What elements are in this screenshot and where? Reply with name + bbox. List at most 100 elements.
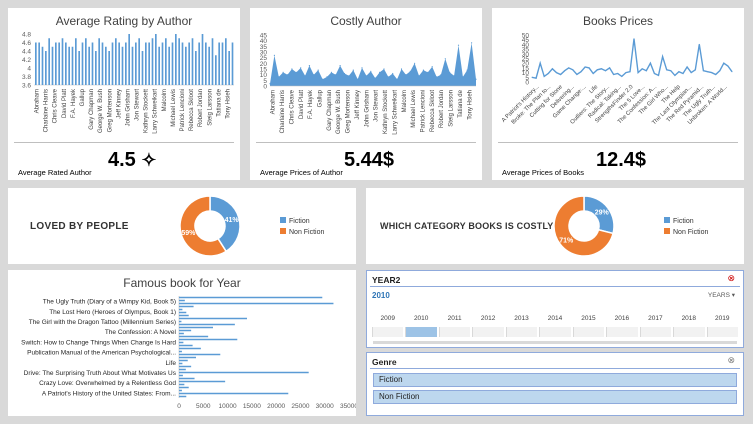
costly-category-data-label: 29% — [595, 210, 610, 217]
costly-card-divider — [256, 142, 476, 143]
year-cell-2017[interactable]: 2017 — [639, 315, 672, 339]
year-cell-2015[interactable]: 2015 — [572, 315, 605, 339]
year-cell-2013[interactable]: 2013 — [505, 315, 538, 339]
costly-data-point — [466, 69, 468, 71]
rating-bar — [71, 46, 74, 85]
costly-x-tick-label: Greg Mortenson — [346, 90, 352, 133]
year-cell-2009[interactable]: 2009 — [371, 315, 404, 339]
clear-filter-icon[interactable]: ⊗ — [727, 273, 735, 284]
year-cell-2012[interactable]: 2012 — [471, 315, 504, 339]
rating-x-tick-label: Larry Schweikart — [153, 89, 159, 134]
famous-book-label: Publication Manual of the American Psych… — [27, 350, 176, 357]
rating-x-tick-label: Greg Mortenson — [107, 89, 113, 132]
rating-x-tick-label: Tatiana de — [216, 88, 222, 116]
costly-x-tick-label: Chris Cleave — [289, 89, 295, 124]
prices-kpi-value: 12.4$ — [596, 149, 647, 171]
costly-data-point — [409, 70, 411, 72]
costly-category-donut-chart[interactable]: 29% 71% — [544, 191, 624, 261]
rating-x-tick-label: Abraham — [35, 89, 41, 113]
year-label: 2017 — [648, 315, 663, 322]
prices-data-point — [613, 74, 615, 75]
clear-filter-icon[interactable]: ⊗ — [727, 355, 735, 366]
year-label: 2016 — [614, 315, 630, 322]
famous-bar — [179, 341, 184, 344]
rating-kpi-number: 4.5 — [108, 149, 136, 171]
legend-swatch-non-fiction — [280, 228, 286, 234]
genre-item-non-fiction[interactable]: Non Fiction — [373, 390, 737, 404]
year-bar — [706, 327, 738, 337]
famous-x-tick-label: 0 — [177, 403, 181, 410]
prices-data-point — [560, 74, 562, 75]
time-level-selector[interactable]: YEARS ▾ — [708, 291, 735, 299]
rating-x-tick-label: George W. Bush — [98, 89, 104, 133]
rating-bar — [85, 38, 87, 85]
prices-data-point — [576, 74, 578, 75]
costly-data-point — [436, 76, 438, 78]
costly-data-point — [352, 69, 354, 71]
year-cell-2016[interactable]: 2016 — [605, 315, 638, 339]
costly-data-point — [322, 78, 324, 80]
rating-bar — [131, 46, 134, 85]
rating-bar — [58, 42, 60, 85]
costly-author-chart[interactable]: 051015202530354045Abraham Charlaine Harri… — [250, 30, 482, 160]
rating-bar — [221, 42, 224, 85]
rating-bar — [35, 42, 37, 85]
year-cell-2011[interactable]: 2011 — [438, 315, 471, 339]
famous-bar — [179, 317, 247, 320]
year-cell-2014[interactable]: 2014 — [538, 315, 571, 339]
year-timeline[interactable]: 2009 2010 2011 2012 2013 2014 2015 2016 2017 2018… — [371, 315, 739, 339]
famous-bar — [179, 365, 192, 368]
legend-swatch-fiction — [664, 217, 670, 223]
famous-bar — [179, 320, 182, 323]
rating-bar — [168, 46, 170, 85]
year-label: 2011 — [447, 315, 462, 322]
rating-bar — [38, 42, 40, 85]
prices-data-point — [666, 69, 668, 71]
rating-bar — [188, 42, 190, 85]
legend-label-non-fiction: Non Fiction — [289, 229, 325, 236]
genre-item-fiction[interactable]: Fiction — [373, 373, 737, 387]
year-bar — [572, 327, 605, 337]
loved-data-label: 41% — [225, 217, 240, 224]
prices-data-point — [572, 69, 574, 71]
year-bar — [539, 327, 571, 337]
prices-data-point — [600, 68, 602, 70]
rating-chart[interactable]: 3.6 3.84 4.24.4 4.64.8 Abraham Charlaine Harr… — [8, 30, 240, 160]
year-bar — [639, 327, 672, 337]
rating-x-tick-label: Michael Lewis — [171, 89, 177, 127]
genre-slicer: Genre ⊗ Fiction Non Fiction — [366, 352, 744, 416]
rating-bar — [41, 46, 44, 85]
loved-donut-chart[interactable]: 41% 59% — [170, 191, 250, 261]
famous-bar — [179, 347, 201, 350]
rating-bar — [158, 46, 160, 85]
costly-x-tick-label: Malcolm — [402, 90, 408, 112]
prices-data-point — [719, 70, 721, 72]
rating-y-tick-label: 4.2 — [22, 57, 31, 64]
prices-data-point — [596, 69, 598, 71]
costly-x-tick-label: George W. Bush — [336, 90, 342, 134]
famous-book-chart[interactable]: The Ugly Truth (Diary of a Wimpy Kid, Bo… — [8, 290, 356, 416]
famous-bar — [179, 371, 309, 374]
prices-data-point — [715, 74, 717, 75]
book-prices-chart[interactable]: 05101520253035404550A Patriot's History.… — [492, 30, 744, 160]
rating-x-tick-label: John Grisham — [125, 89, 131, 126]
year-cell-2018[interactable]: 2018 — [672, 315, 705, 339]
rating-bar — [81, 42, 84, 85]
famous-bar — [179, 299, 185, 302]
year-cell-2019[interactable]: 2019 — [706, 315, 739, 339]
prices-data-point — [707, 71, 708, 73]
famous-bar — [179, 344, 193, 347]
rating-x-tick-label: Steig Larsson — [207, 89, 213, 126]
rating-bar — [208, 46, 210, 85]
rating-bar — [101, 42, 104, 85]
year-cell-2010[interactable]: 2010 — [404, 315, 437, 339]
famous-bar — [179, 392, 289, 395]
rating-bar — [98, 38, 100, 85]
rating-x-tick-label: Robert Jordan — [198, 89, 204, 127]
timeline-scrollbar[interactable] — [373, 341, 737, 344]
famous-book-panel: Famous book for Year The Ugly Truth (Dia… — [8, 270, 356, 416]
rating-bar — [228, 51, 230, 85]
rating-x-tick-label: David Platt — [62, 89, 68, 118]
famous-bar — [179, 332, 184, 335]
rating-bar — [118, 42, 120, 85]
